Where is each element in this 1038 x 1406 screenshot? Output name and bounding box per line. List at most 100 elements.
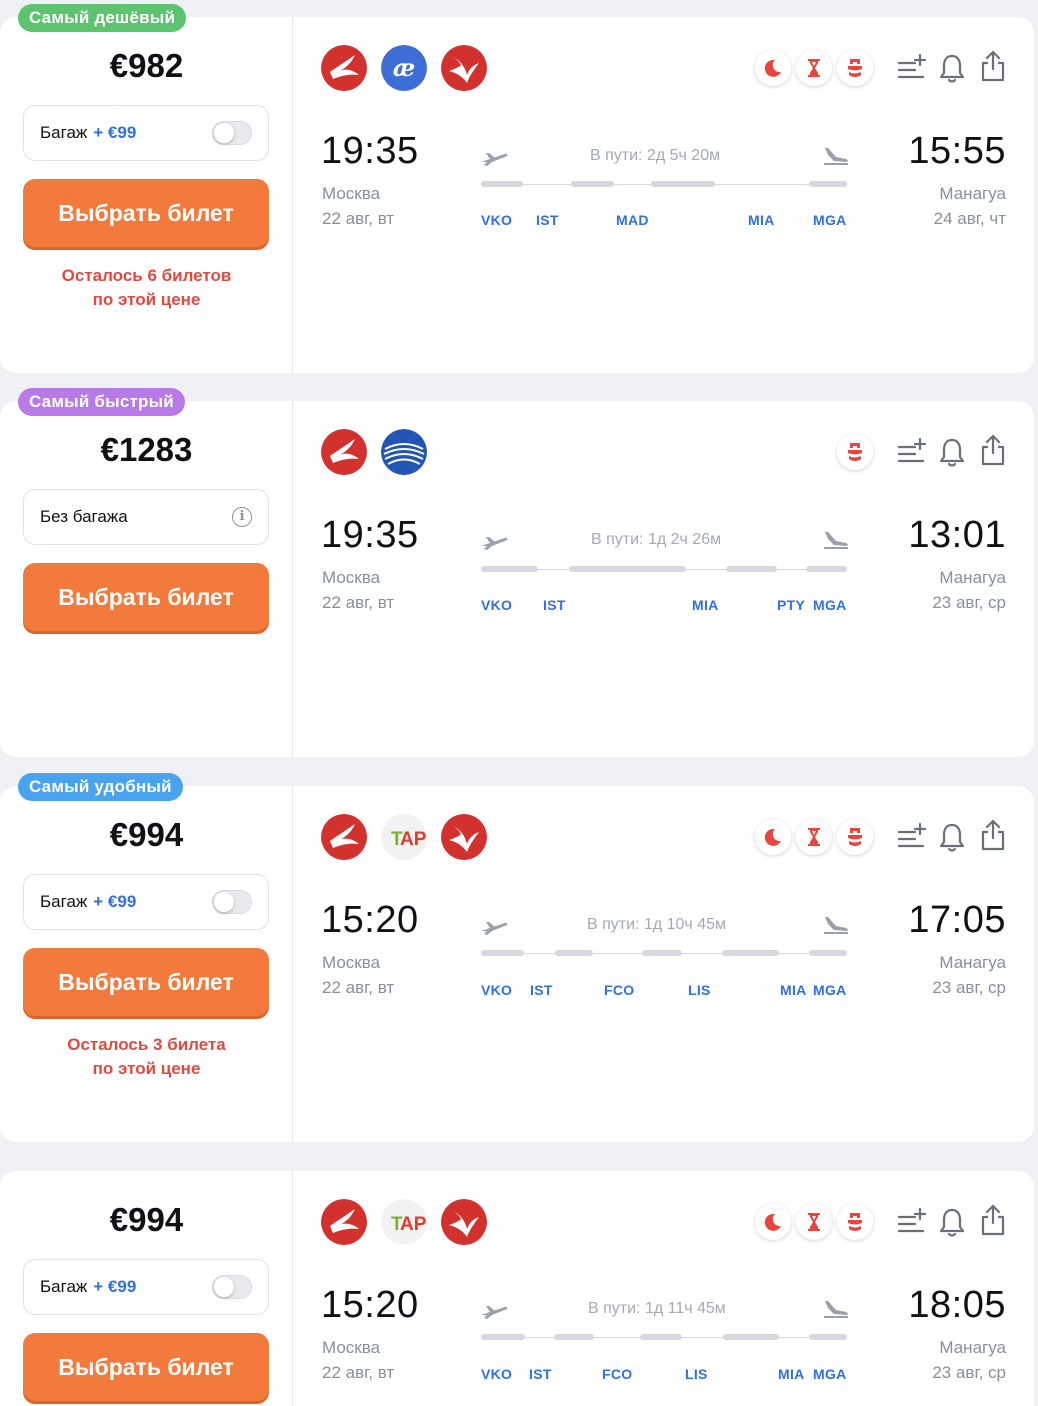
transfer-icon (837, 434, 873, 470)
bell-icon[interactable] (937, 1205, 967, 1239)
share-icon[interactable] (978, 433, 1008, 467)
takeoff-icon (480, 916, 508, 936)
arrival-city: Манагуа (939, 568, 1006, 587)
copa-airlines-logo (381, 429, 427, 475)
departure-time: 15:20 (321, 1284, 419, 1326)
baggage-toggle[interactable] (212, 121, 252, 145)
ticket-price-pane: €994 Багаж + €99 Выбрать билет Осталось … (0, 786, 293, 1142)
bell-icon[interactable] (937, 820, 967, 854)
route-timeline (481, 566, 847, 572)
landing-icon (822, 1298, 850, 1318)
airport-code: MIA (778, 1366, 805, 1382)
airport-code: PTY (777, 597, 806, 613)
tap-portugal-logo: T AP (381, 1199, 427, 1245)
add-to-list-icon[interactable] (896, 820, 926, 854)
ticket-price: €994 (109, 1201, 184, 1238)
baggage-price: + €99 (93, 1277, 137, 1296)
takeoff-icon (480, 147, 508, 167)
airport-code: IST (543, 597, 566, 613)
airport-code: MAD (616, 212, 649, 228)
svg-text:AP: AP (400, 829, 427, 850)
route-timeline (481, 181, 847, 187)
turkish-airlines-logo (321, 814, 367, 860)
airport-code: MIA (692, 597, 719, 613)
fastest-badge: Самый быстрый (18, 388, 185, 416)
baggage-option[interactable]: Багаж + €99 (23, 874, 269, 930)
cheapest-badge: Самый дешёвый (18, 4, 187, 32)
baggage-option[interactable]: Багаж + €99 (23, 105, 269, 161)
transfer-icon (837, 1204, 873, 1240)
share-icon[interactable] (978, 1203, 1008, 1237)
transfer-icon (837, 819, 873, 855)
turkish-airlines-logo (321, 45, 367, 91)
airport-code: MIA (780, 982, 807, 998)
airport-code: MGA (813, 982, 847, 998)
ticket-price-pane: €1283 Без багажа i Выбрать билет (0, 401, 293, 757)
air-europa-logo: æ (381, 45, 427, 91)
baggage-toggle[interactable] (212, 1275, 252, 1299)
ticket-card[interactable]: €994 Багаж + €99 Выбрать билет T AP 15:2… (0, 1171, 1034, 1406)
tickets-left-count: Осталось 6 билетов (61, 266, 232, 285)
tap-portugal-logo: T AP (381, 814, 427, 860)
departure-city: Москва (322, 1338, 381, 1357)
ticket-card[interactable]: €994 Багаж + €99 Выбрать билет Осталось … (0, 786, 1034, 1142)
trip-duration: В пути: 1д 2ч 26м (591, 531, 722, 548)
arrival-date: 23 авг, ср (932, 978, 1006, 997)
ticket-card[interactable]: €982 Багаж + €99 Выбрать билет Осталось … (0, 17, 1034, 373)
bell-icon[interactable] (937, 51, 967, 85)
airport-code: FCO (602, 1366, 633, 1382)
baggage-label: Багаж (40, 1277, 88, 1296)
tickets-left-suffix: по этой цене (92, 1059, 201, 1078)
airport-code: VKO (481, 597, 513, 613)
add-to-list-icon[interactable] (896, 51, 926, 85)
departure-date: 22 авг, вт (322, 1363, 395, 1382)
airport-code: VKO (481, 982, 513, 998)
landing-icon (822, 145, 850, 165)
ticket-card[interactable]: €1283 Без багажа i Выбрать билет 19:35 М… (0, 401, 1034, 757)
arrival-time: 13:01 (908, 514, 1006, 556)
ticket-route-pane: 19:35 Москва 22 авг, вт 13:01 Манагуа 23… (293, 401, 1034, 757)
hourglass-icon (796, 50, 832, 86)
select-ticket-button[interactable]: Выбрать билет (23, 179, 269, 247)
select-ticket-button[interactable]: Выбрать билет (23, 563, 269, 631)
hourglass-icon (796, 819, 832, 855)
add-to-list-icon[interactable] (896, 1205, 926, 1239)
airport-code: VKO (481, 212, 513, 228)
baggage-price: + €99 (93, 892, 137, 911)
svg-text:AP: AP (400, 1214, 427, 1235)
night-moon-icon (755, 819, 791, 855)
bell-icon[interactable] (937, 435, 967, 469)
ticket-price: €1283 (100, 431, 193, 468)
arrival-city: Манагуа (939, 953, 1006, 972)
arrival-time: 17:05 (908, 899, 1006, 941)
info-icon[interactable]: i (232, 507, 252, 527)
baggage-option[interactable]: Без багажа i (23, 489, 269, 545)
ticket-route-pane: T AP 15:20 Москва 22 авг, вт 18:05 Манаг… (293, 1171, 1034, 1406)
arrival-date: 24 авг, чт (933, 209, 1006, 228)
tickets-left-suffix: по этой цене (92, 290, 201, 309)
arrival-date: 23 авг, ср (932, 1363, 1006, 1382)
night-moon-icon (755, 50, 791, 86)
add-to-list-icon[interactable] (896, 435, 926, 469)
select-ticket-button[interactable]: Выбрать билет (23, 1333, 269, 1401)
select-ticket-button[interactable]: Выбрать билет (23, 948, 269, 1016)
turkish-airlines-logo (441, 1199, 487, 1245)
airport-code: LIS (685, 1366, 708, 1382)
route-timeline (481, 1334, 847, 1340)
departure-city: Москва (322, 184, 381, 203)
share-icon[interactable] (978, 49, 1008, 83)
baggage-option[interactable]: Багаж + €99 (23, 1259, 269, 1315)
airport-code: IST (529, 1366, 552, 1382)
trip-duration: В пути: 1д 10ч 45м (587, 916, 726, 933)
departure-city: Москва (322, 953, 381, 972)
share-icon[interactable] (978, 818, 1008, 852)
tickets-left-count: Осталось 3 билета (67, 1035, 226, 1054)
ticket-route-pane: T AP 15:20 Москва 22 авг, вт 17:05 Манаг… (293, 786, 1034, 1142)
airport-code: MIA (748, 212, 775, 228)
arrival-date: 23 авг, ср (932, 593, 1006, 612)
baggage-toggle[interactable] (212, 890, 252, 914)
trip-duration: В пути: 1д 11ч 45м (588, 1300, 726, 1317)
departure-time: 19:35 (321, 514, 419, 556)
ticket-route-pane: æ 19:35 Москва 22 авг, вт 15:55 Манагуа … (293, 17, 1034, 373)
departure-date: 22 авг, вт (322, 593, 395, 612)
